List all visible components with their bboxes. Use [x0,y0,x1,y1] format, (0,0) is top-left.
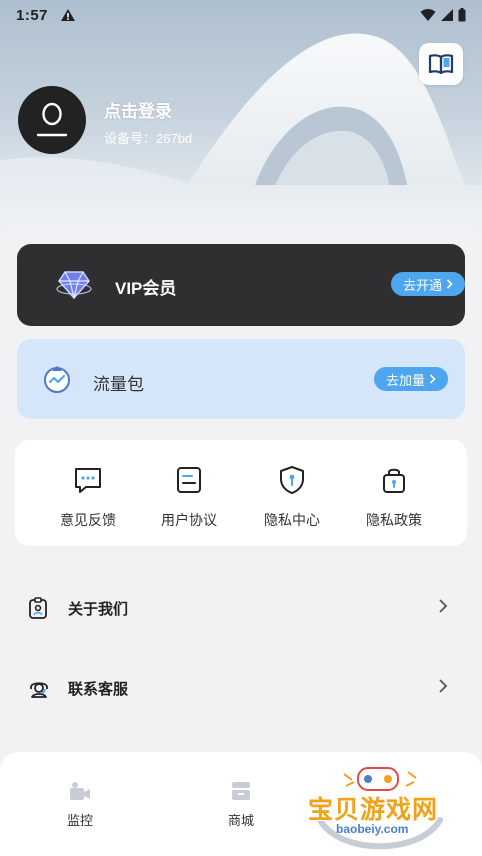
vip-open-label: 去开通 [403,277,443,293]
quick-actions: 意见反馈 用户协议 隐私中心 隐私政策 [15,440,467,546]
device-id: 设备号：267bd [104,131,193,146]
status-bar: 1:57 [0,0,482,30]
wifi-icon [420,9,436,21]
agreement-icon [177,467,201,493]
warning-icon [61,9,76,21]
headset-icon [30,682,48,698]
status-time: 1:57 [16,6,49,24]
traffic-label: 流量包 [93,375,144,394]
watermark-text: 宝贝游戏网 [308,796,439,824]
quick-item-privacy-policy[interactable]: 隐私政策 [349,464,439,530]
chevron-right-icon [429,374,436,384]
login-link[interactable]: 点击登录 [104,97,172,122]
avatar[interactable] [18,86,86,154]
quick-item-user-agreement[interactable]: 用户协议 [144,464,234,530]
badge-icon [29,597,47,619]
quick-item-label: 隐私政策 [366,512,422,528]
feedback-icon [75,468,101,493]
tab-label: 监控 [66,813,93,828]
quick-item-label: 用户协议 [161,512,217,528]
watermark-logo: 宝贝游戏网 baobeiy.com [300,760,460,850]
vip-open-button[interactable]: 去开通 [391,272,465,296]
camera-icon [70,782,90,800]
user-icon [36,102,68,137]
traffic-card[interactable]: 流量包 去加量 [17,339,465,419]
tab-label: 商城 [227,813,254,828]
traffic-add-button[interactable]: 去加量 [374,367,449,391]
menu-label: 关于我们 [68,601,129,618]
traffic-add-label: 去加量 [386,372,426,388]
chevron-right-icon [439,599,448,613]
tab-store[interactable]: 商城 [201,780,281,829]
vip-diamond-icon [56,271,92,300]
menu-item-customer-service[interactable]: 联系客服 [0,658,482,718]
vip-label: VIP会员 [115,279,177,298]
menu-label: 联系客服 [68,681,129,698]
book-icon [428,54,454,75]
quick-item-feedback[interactable]: 意见反馈 [43,464,133,530]
store-icon [232,782,250,800]
chevron-right-icon [446,279,453,289]
quick-item-label: 意见反馈 [60,512,116,528]
chevron-right-icon [439,679,448,693]
quick-item-privacy-center[interactable]: 隐私中心 [247,464,337,530]
menu-item-about-us[interactable]: 关于我们 [0,578,482,638]
privacy-shield-icon [280,466,304,494]
tab-monitor[interactable]: 监控 [40,780,120,829]
quick-item-label: 隐私中心 [264,512,320,528]
privacy-lock-icon [383,468,405,493]
vip-card[interactable]: VIP会员 去开通 [17,244,465,326]
signal-icon [441,9,453,21]
battery-icon [458,8,466,22]
guide-button[interactable] [419,43,463,85]
watermark-url: baobeiy.com [336,822,409,836]
traffic-drop-icon [44,366,70,393]
